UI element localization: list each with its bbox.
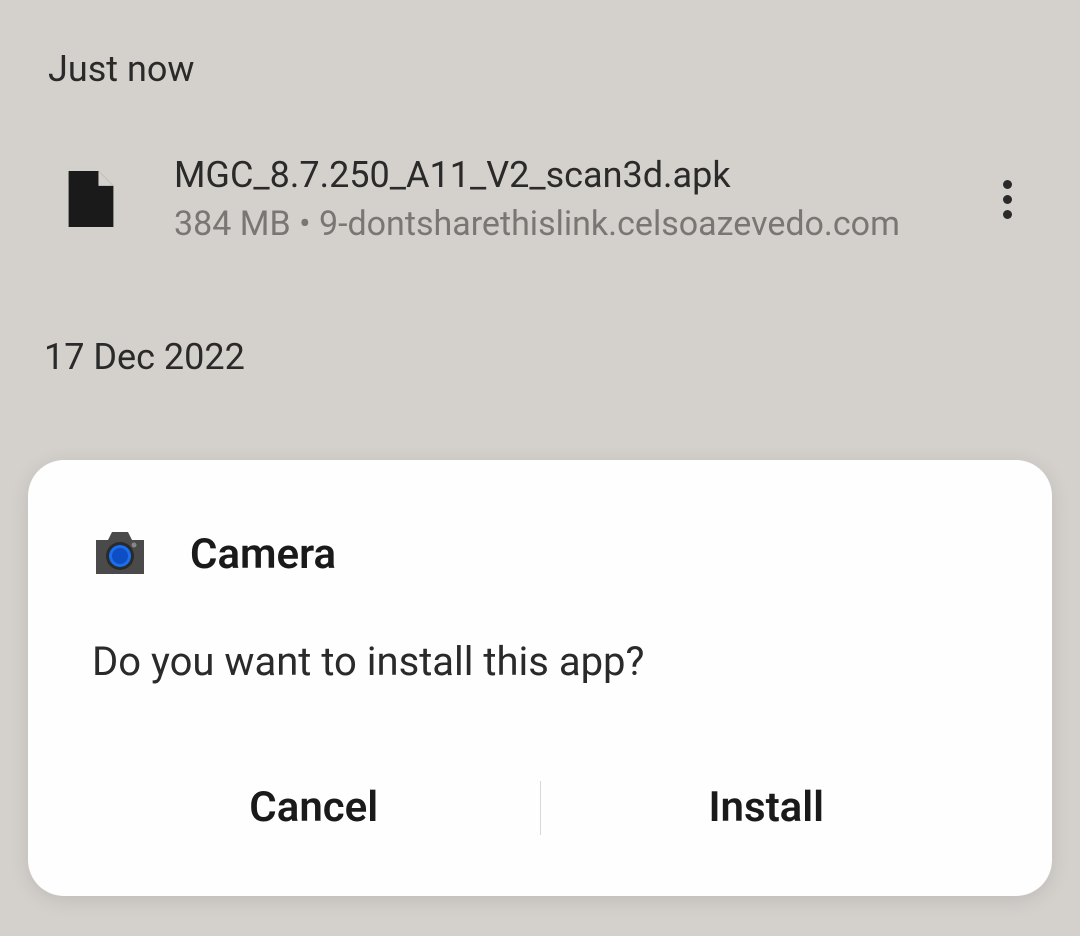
more-options-icon[interactable] bbox=[991, 168, 1024, 231]
app-name: Camera bbox=[190, 530, 336, 579]
file-item[interactable]: MGC_8.7.250_A11_V2_scan3d.apk 384 MB • 9… bbox=[48, 142, 1032, 256]
camera-icon bbox=[88, 522, 152, 586]
section-header-just-now: Just now bbox=[48, 48, 1032, 90]
cancel-button[interactable]: Cancel bbox=[88, 767, 540, 848]
file-name: MGC_8.7.250_A11_V2_scan3d.apk bbox=[174, 154, 991, 196]
install-dialog-overlay: Camera Do you want to install this app? … bbox=[28, 460, 1052, 896]
install-button[interactable]: Install bbox=[541, 767, 993, 848]
file-icon bbox=[68, 171, 114, 227]
dialog-header: Camera bbox=[88, 522, 992, 586]
section-header-date: 17 Dec 2022 bbox=[44, 336, 1032, 378]
file-info: MGC_8.7.250_A11_V2_scan3d.apk 384 MB • 9… bbox=[174, 154, 991, 244]
downloads-list: Just now MGC_8.7.250_A11_V2_scan3d.apk 3… bbox=[0, 0, 1080, 378]
file-meta: 384 MB • 9-dontsharethislink.celsoazeved… bbox=[174, 204, 991, 244]
install-dialog: Camera Do you want to install this app? … bbox=[28, 460, 1052, 896]
dialog-buttons: Cancel Install bbox=[88, 767, 992, 848]
dialog-message: Do you want to install this app? bbox=[92, 638, 992, 685]
